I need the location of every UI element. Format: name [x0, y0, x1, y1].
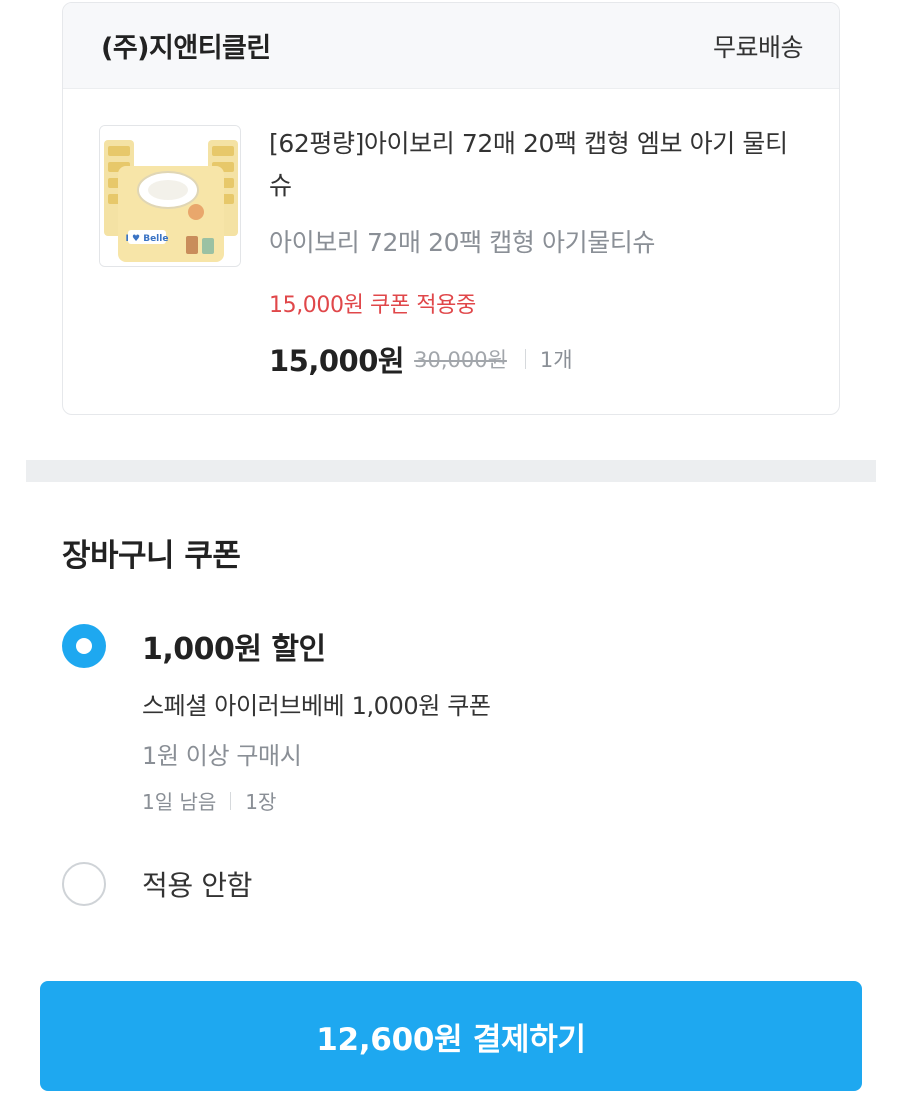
svg-text:I ♥ Belle: I ♥ Belle	[126, 234, 169, 244]
seller-card: (주)지앤티클린 무료배송 I ♥ Belle [62평량]아이보리 72매 2…	[62, 2, 840, 415]
seller-header: (주)지앤티클린 무료배송	[63, 3, 839, 89]
product-coupon-status: 15,000원 쿠폰 적용중	[269, 293, 476, 318]
product-image: I ♥ Belle	[100, 126, 240, 266]
section-divider	[26, 460, 876, 482]
cart-coupon-title: 장바구니 쿠폰	[62, 538, 241, 574]
pay-button[interactable]: 12,600원 결제하기	[40, 981, 862, 1091]
original-price: 30,000원	[414, 348, 507, 372]
coupon-option-condition: 1원 이상 구매시	[142, 742, 302, 770]
coupon-radio-selected[interactable]	[62, 624, 106, 668]
coupon-count: 1장	[245, 790, 277, 814]
price-row: 15,000원 30,000원 1개	[269, 339, 573, 379]
coupon-option-name: 스페셜 아이러브베베 1,000원 쿠폰	[142, 692, 491, 720]
seller-name[interactable]: (주)지앤티클린	[101, 26, 271, 65]
product-item: I ♥ Belle [62평량]아이보리 72매 20팩 캡형 엠보 아기 물티…	[63, 89, 839, 414]
shipping-label: 무료배송	[712, 32, 804, 62]
quantity: 1개	[539, 348, 573, 372]
coupon-option-meta: 1일 남음 1장	[142, 786, 276, 815]
divider	[524, 349, 526, 369]
product-thumbnail[interactable]: I ♥ Belle	[99, 125, 241, 267]
no-coupon-radio[interactable]	[62, 862, 106, 906]
coupon-remaining-days: 1일 남음	[142, 790, 217, 814]
coupon-option-title[interactable]: 1,000원 할인	[142, 624, 326, 668]
cart-coupon-page: (주)지앤티클린 무료배송 I ♥ Belle [62평량]아이보리 72매 2…	[0, 0, 900, 1094]
product-option: 아이보리 72매 20팩 캡형 아기물티슈	[269, 228, 656, 257]
sale-price: 15,000원	[269, 344, 405, 378]
no-coupon-label[interactable]: 적용 안함	[142, 864, 252, 904]
product-title[interactable]: [62평량]아이보리 72매 20팩 캡형 엠보 아기 물티슈	[269, 123, 809, 207]
divider	[230, 791, 232, 810]
